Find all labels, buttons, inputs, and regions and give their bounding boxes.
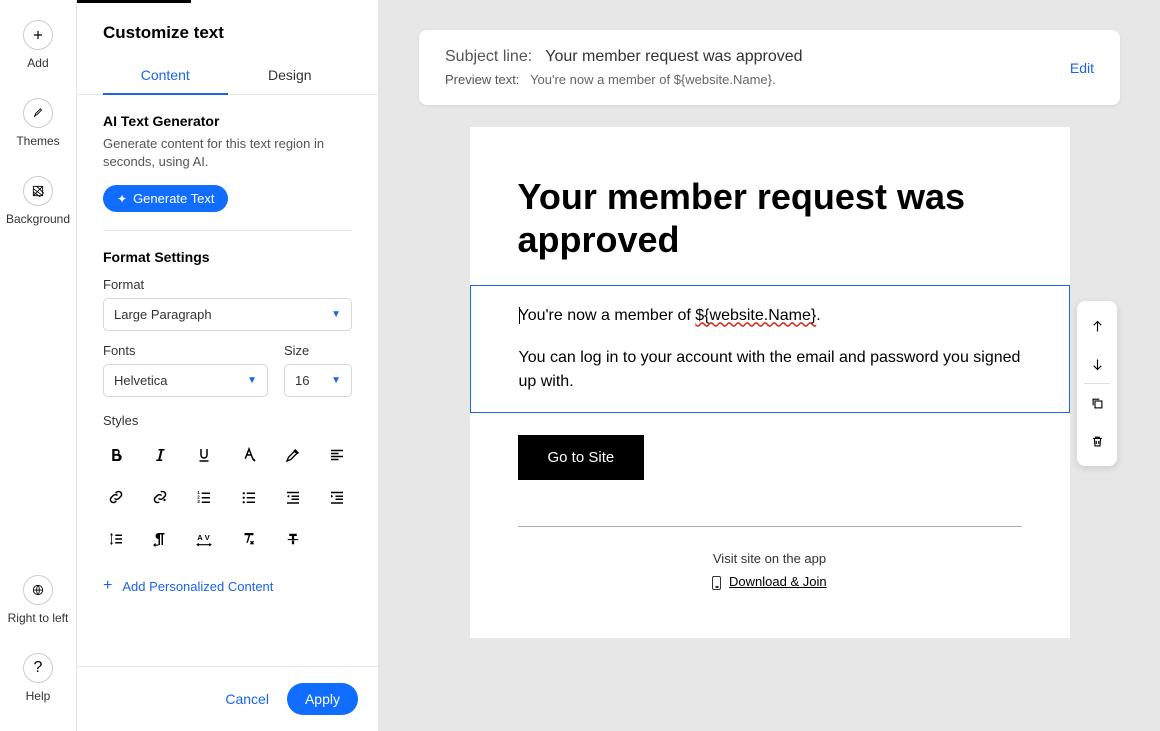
rail-themes[interactable]: Themes [16,98,59,148]
svg-text:3: 3 [198,499,201,504]
outdent-button[interactable] [272,476,314,518]
format-select[interactable]: Large Paragraph ▼ [103,298,352,331]
generate-text-button[interactable]: ✦ Generate Text [103,185,228,212]
format-label: Format [103,277,352,292]
ai-desc: Generate content for this text region in… [103,135,352,171]
help-icon: ? [23,653,53,683]
text-color-button[interactable] [228,434,270,476]
download-link[interactable]: Download & Join [729,574,827,589]
size-label: Size [284,343,352,358]
apply-button[interactable]: Apply [287,683,358,715]
email-variable: ${website.Name} [695,307,816,324]
fonts-select[interactable]: Helvetica ▼ [103,364,268,397]
left-rail: Add Themes Background Right to left ? He… [0,0,77,731]
link-button[interactable] [95,476,137,518]
letter-spacing-button[interactable]: AV [183,518,225,560]
chevron-down-icon: ▼ [331,375,341,386]
email-p2: You can log in to your account with the … [519,346,1021,394]
highlight-button[interactable] [272,434,314,476]
ordered-list-button[interactable]: 123 [183,476,225,518]
size-field: Size 16 ▼ [284,343,352,397]
chevron-down-icon: ▼ [247,375,257,386]
size-select[interactable]: 16 ▼ [284,364,352,397]
svg-text:V: V [205,533,210,542]
fonts-value: Helvetica [114,373,167,388]
edit-subject-button[interactable]: Edit [1070,60,1094,76]
brush-icon [23,98,53,128]
chevron-down-icon: ▼ [331,309,341,320]
tab-content[interactable]: Content [103,57,228,95]
preview-label: Preview text: [445,72,519,87]
underline-button[interactable] [183,434,225,476]
go-to-site-button[interactable]: Go to Site [518,435,645,480]
indent-button[interactable] [316,476,358,518]
clear-formatting-button[interactable] [228,518,270,560]
style-toolbar: 123 AV [77,430,378,560]
rail-rtl-label: Right to left [8,611,69,625]
unlink-button[interactable] [139,476,181,518]
email-p1-b: . [816,307,820,324]
sparkle-icon: ✦ [117,192,127,206]
email-heading[interactable]: Your member request was approved [518,175,1022,261]
styles-label: Styles [77,397,378,430]
size-value: 16 [295,373,309,388]
cancel-button[interactable]: Cancel [225,691,269,707]
background-icon [23,176,53,206]
visit-site-text: Visit site on the app [518,551,1022,566]
selected-text-block[interactable]: You're now a member of ${website.Name}. … [470,285,1070,413]
svg-text:A: A [198,533,204,542]
ai-section: AI Text Generator Generate content for t… [77,95,378,212]
subject-value: Your member request was approved [545,48,802,65]
duplicate-button[interactable] [1077,384,1117,422]
email-canvas[interactable]: Your member request was approved You're … [470,127,1070,638]
generate-text-label: Generate Text [133,191,214,206]
format-settings-title: Format Settings [77,231,378,265]
text-direction-button[interactable] [139,518,181,560]
italic-button[interactable] [139,434,181,476]
rail-add[interactable]: Add [23,20,53,70]
rail-background-label: Background [6,212,70,226]
canvas-area: Subject line: Your member request was ap… [379,0,1160,731]
rail-help[interactable]: ? Help [23,653,53,703]
line-height-button[interactable] [95,518,137,560]
block-actions [1077,301,1117,466]
sidebar-footer: Cancel Apply [77,666,378,731]
format-value: Large Paragraph [114,307,212,322]
personalized-label: Add Personalized Content [122,579,273,594]
move-up-button[interactable] [1077,307,1117,345]
delete-button[interactable] [1077,422,1117,460]
fonts-label: Fonts [103,343,268,358]
format-field: Format Large Paragraph ▼ [77,265,378,331]
globe-icon [23,575,53,605]
rail-help-label: Help [26,689,51,703]
email-p1-a: You're now a member of [519,307,696,324]
plus-icon: + [103,578,112,594]
fonts-field: Fonts Helvetica ▼ [103,343,268,397]
unordered-list-button[interactable] [228,476,270,518]
rail-themes-label: Themes [16,134,59,148]
tab-design[interactable]: Design [228,57,353,94]
ai-heading: AI Text Generator [103,113,352,129]
bold-button[interactable] [95,434,137,476]
add-personalized-content[interactable]: + Add Personalized Content [77,560,378,594]
preview-value: You're now a member of ${website.Name}. [530,72,776,87]
strikethrough-button[interactable] [272,518,314,560]
rail-background[interactable]: Background [6,176,70,226]
align-left-button[interactable] [316,434,358,476]
sidebar: Customize text Content Design AI Text Ge… [77,0,379,731]
subject-label: Subject line: [445,48,532,65]
subject-preview-box: Subject line: Your member request was ap… [419,30,1120,105]
sidebar-title: Customize text [77,3,378,57]
download-row: Download & Join [518,574,1022,590]
plus-icon [23,20,53,50]
tabs: Content Design [77,57,378,95]
rail-add-label: Add [27,56,48,70]
move-down-button[interactable] [1077,345,1117,383]
phone-icon [712,576,721,590]
rail-rtl[interactable]: Right to left [8,575,69,625]
